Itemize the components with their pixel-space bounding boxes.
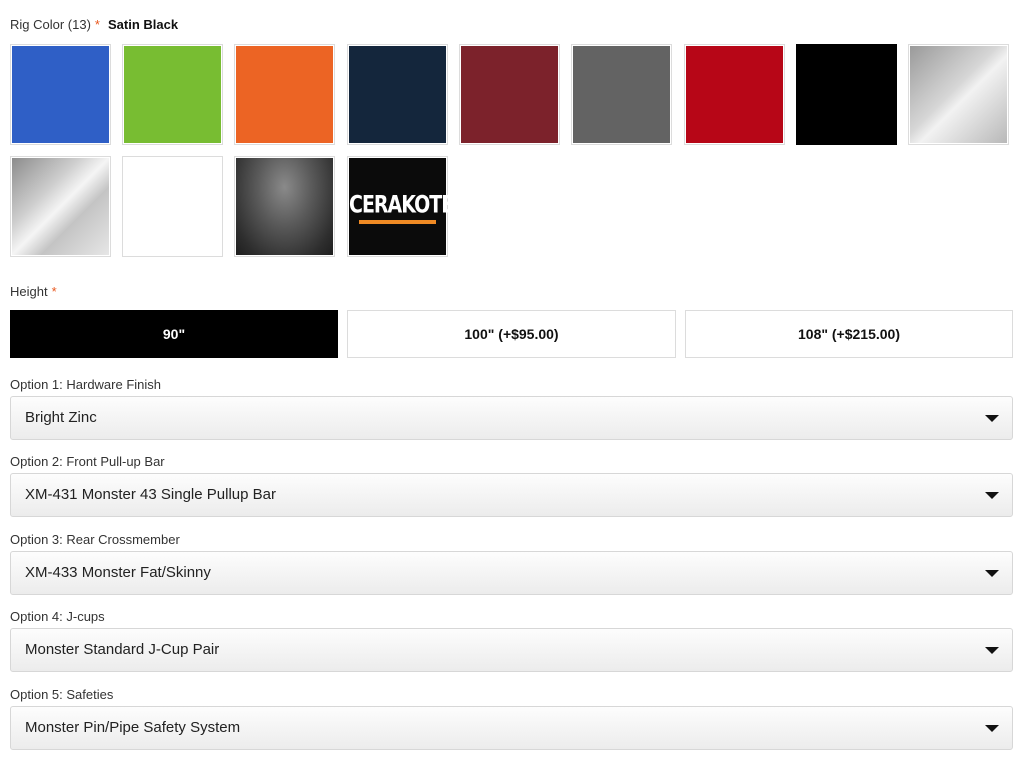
swatch-fill	[686, 46, 783, 143]
required-marker: *	[51, 284, 57, 299]
j-cups-select[interactable]: Monster Standard J-Cup Pair	[10, 628, 1013, 672]
height-label-row: Height *	[10, 284, 57, 299]
select-value: Bright Zinc	[25, 409, 97, 426]
swatch-orange[interactable]	[234, 44, 335, 145]
swatch-fill	[236, 46, 333, 143]
select-value: XM-431 Monster 43 Single Pullup Bar	[25, 486, 276, 503]
option-2-label: Option 2: Front Pull-up Bar	[10, 454, 165, 469]
swatch-fill	[124, 46, 221, 143]
rig-color-label: Rig Color (13)	[10, 17, 91, 32]
swatch-cerakote[interactable]: CERAKOTE	[347, 156, 454, 257]
caret-down-icon	[985, 570, 999, 577]
front-pullup-bar-select[interactable]: XM-431 Monster 43 Single Pullup Bar	[10, 473, 1013, 517]
select-value: Monster Standard J-Cup Pair	[25, 641, 220, 658]
height-label: Height	[10, 284, 48, 299]
select-value: XM-433 Monster Fat/Skinny	[25, 564, 211, 581]
caret-down-icon	[985, 492, 999, 499]
rear-crossmember-select[interactable]: XM-433 Monster Fat/Skinny	[10, 551, 1013, 595]
swatch-fill	[124, 158, 221, 255]
cerakote-logo: CERAKOTE	[349, 158, 454, 255]
swatch-fill	[236, 158, 333, 255]
swatch-fill	[797, 45, 896, 144]
swatch-fill	[573, 46, 670, 143]
option-4-label: Option 4: J-cups	[10, 609, 105, 624]
option-1-label: Option 1: Hardware Finish	[10, 377, 162, 392]
swatch-green[interactable]	[122, 44, 223, 145]
swatch-fill	[461, 46, 558, 143]
cerakote-logo-bar	[359, 220, 436, 224]
swatch-satin-black[interactable]	[796, 44, 897, 145]
cerakote-logo-text: CERAKOTE	[349, 191, 454, 219]
swatch-fill	[349, 46, 446, 143]
height-option-108[interactable]: 108" (+$215.00)	[685, 310, 1013, 358]
selected-color-name: Satin Black	[107, 17, 179, 32]
caret-down-icon	[985, 415, 999, 422]
swatch-fill	[910, 46, 1007, 143]
select-value: Monster Pin/Pipe Safety System	[25, 719, 241, 736]
height-option-100[interactable]: 100" (+$95.00)	[347, 310, 676, 358]
swatch-white[interactable]	[122, 156, 223, 257]
swatch-fill	[12, 158, 109, 255]
swatch-maroon[interactable]	[459, 44, 560, 145]
height-option-90[interactable]: 90"	[10, 310, 338, 358]
option-5-label: Option 5: Safeties	[10, 687, 114, 702]
swatch-silver[interactable]	[908, 44, 1009, 145]
swatch-navy[interactable]	[347, 44, 448, 145]
required-marker: *	[94, 17, 100, 32]
rig-color-header: Rig Color (13) * Satin Black	[10, 17, 178, 32]
caret-down-icon	[985, 725, 999, 732]
swatch-red[interactable]	[684, 44, 785, 145]
option-3-label: Option 3: Rear Crossmember	[10, 532, 180, 547]
hardware-finish-select[interactable]: Bright Zinc	[10, 396, 1013, 440]
swatch-gray[interactable]	[571, 44, 672, 145]
swatch-fill	[12, 46, 109, 143]
swatch-textured-black[interactable]	[234, 156, 335, 257]
caret-down-icon	[985, 647, 999, 654]
safeties-select[interactable]: Monster Pin/Pipe Safety System	[10, 706, 1013, 750]
swatch-blue[interactable]	[10, 44, 111, 145]
swatch-chrome[interactable]	[10, 156, 111, 257]
